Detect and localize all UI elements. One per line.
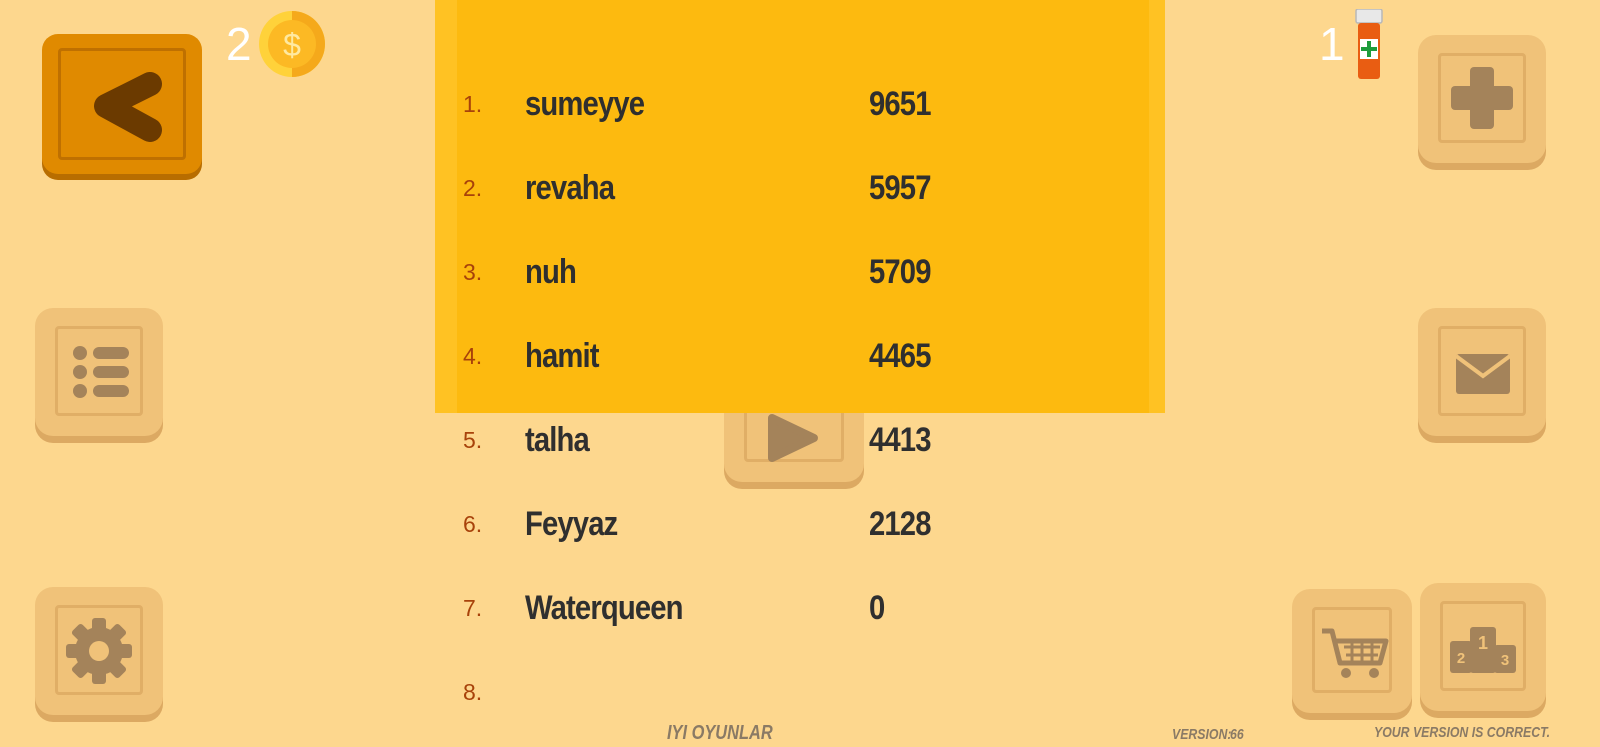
svg-text:$: $ [283,27,301,63]
medicine-bottle-icon [1355,9,1383,79]
potion-count: 1 [1319,18,1345,70]
player-score: 9651 [869,85,931,123]
add-button[interactable] [1418,35,1546,163]
mail-button[interactable] [1418,308,1546,436]
version-number: 66 [1230,726,1244,743]
coin-count: 2 [226,18,252,70]
player-score: 2128 [869,505,931,543]
rank-label: 5. [463,427,483,453]
rank-label: 8. [463,679,483,705]
rank-label: 2. [463,175,483,201]
footer-title: IYI OYUNLAR [667,722,773,744]
rank-label: 4. [463,343,483,369]
leaderboard-button[interactable]: 1 2 3 [1420,583,1546,711]
cart-icon [1322,628,1389,678]
leaderboard-row: 8. [0,667,900,717]
plus-icon [1451,67,1513,129]
leaderboard-row: 5. talha 4413 [0,415,931,465]
rank-label: 6. [463,511,483,537]
rank-label: 3. [463,259,483,285]
player-score: 5709 [869,253,931,291]
svg-text:2: 2 [1457,650,1465,667]
player-score: 4413 [869,421,931,459]
player-score: 4465 [869,337,931,375]
leaderboard-row: 3. nuh 5709 [0,247,931,297]
player-name: hamit [525,337,600,375]
svg-text:3: 3 [1501,652,1509,669]
player-name: Feyyaz [525,505,618,543]
player-name: sumeyye [525,85,645,123]
player-name: Waterqueen [525,589,684,627]
leaderboard-row: 4. hamit 4465 [0,331,931,381]
mail-icon [1454,354,1512,394]
rank-label: 7. [463,595,483,621]
player-name: talha [525,421,590,459]
leaderboard-row: 1. sumeyye 9651 [0,79,931,129]
rank-label: 1. [463,91,483,117]
version-label: VERSION: [1172,726,1232,743]
leaderboard-row: 6. Feyyaz 2128 [0,499,931,549]
player-name: revaha [525,169,615,207]
leaderboard-row: 2. revaha 5957 [0,163,931,213]
podium-icon: 1 2 3 [1450,627,1516,673]
shop-button[interactable] [1292,589,1412,713]
svg-text:1: 1 [1478,633,1488,653]
player-score: 0 [869,589,885,627]
player-name: nuh [525,253,577,291]
leaderboard-row: 7. Waterqueen 0 [0,583,900,633]
dollar-coin-icon: $ [259,11,325,77]
player-score: 5957 [869,169,931,207]
version-status: YOUR VERSION IS CORRECT. [1374,724,1551,741]
